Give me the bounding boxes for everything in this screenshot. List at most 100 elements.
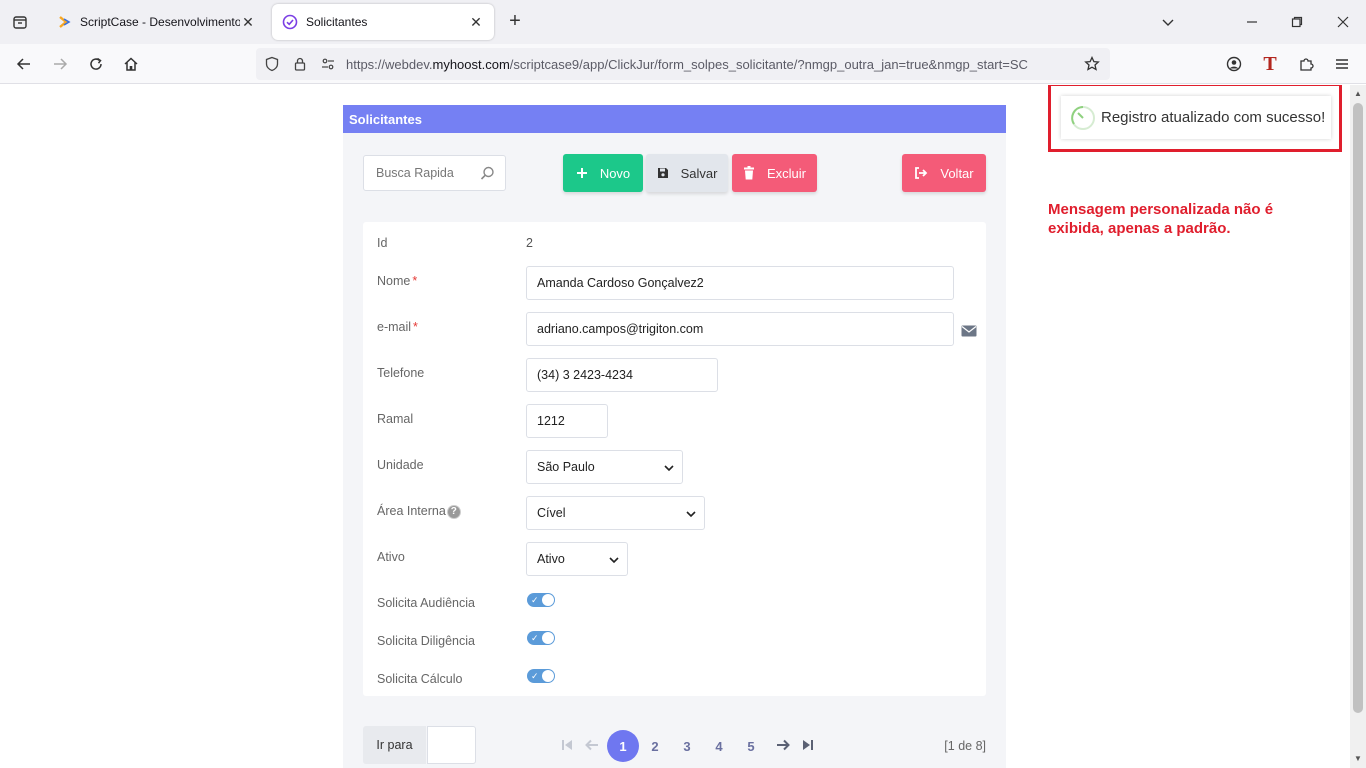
unit-select[interactable]: São Paulo bbox=[526, 450, 683, 484]
phone-input[interactable]: (34) 3 2423-4234 bbox=[526, 358, 718, 392]
page-number[interactable]: 5 bbox=[735, 730, 767, 762]
search-icon[interactable] bbox=[480, 166, 495, 184]
new-tab-plus-icon[interactable]: + bbox=[503, 10, 527, 34]
page-number-current[interactable]: 1 bbox=[607, 730, 639, 762]
id-label: Id bbox=[377, 236, 388, 250]
tab-scriptcase[interactable]: ScriptCase - Desenvolvimento - ✕ bbox=[46, 4, 266, 40]
name-label: Nome * bbox=[377, 274, 417, 288]
delete-button-label: Excluir bbox=[766, 165, 806, 181]
help-question-icon[interactable]: ? bbox=[446, 504, 461, 519]
name-input[interactable]: Amanda Cardoso Gonçalvez2 bbox=[526, 266, 954, 300]
request-calculation-label: Solicita Cálculo bbox=[377, 672, 463, 686]
email-input[interactable]: adriano.campos@trigiton.com bbox=[526, 312, 954, 346]
close-tab-icon[interactable]: ✕ bbox=[468, 14, 484, 30]
first-page-icon[interactable] bbox=[559, 737, 575, 753]
forward-arrow-icon[interactable] bbox=[48, 52, 72, 76]
tab-solicitantes[interactable]: Solicitantes ✕ bbox=[272, 4, 494, 40]
url-text[interactable]: https://webdev.myhoost.com/scriptcase9/a… bbox=[346, 57, 1076, 72]
url-bar[interactable]: https://webdev.myhoost.com/scriptcase9/a… bbox=[256, 48, 1110, 80]
request-hearing-toggle[interactable]: ✓ bbox=[527, 593, 555, 607]
menu-hamburger-icon[interactable] bbox=[1330, 52, 1354, 76]
reload-icon[interactable] bbox=[84, 52, 108, 76]
form-panel: Solicitantes Busca Rapida Novo Salvar Ex… bbox=[343, 105, 1006, 768]
id-value: 2 bbox=[526, 236, 533, 250]
close-tab-icon[interactable]: ✕ bbox=[240, 14, 256, 30]
back-arrow-icon[interactable] bbox=[12, 52, 36, 76]
name-label-text: Nome bbox=[377, 274, 411, 288]
extension-input[interactable]: 1212 bbox=[526, 404, 608, 438]
bookmark-star-icon[interactable] bbox=[1080, 52, 1104, 76]
save-button[interactable]: Salvar bbox=[646, 154, 728, 192]
floppy-disk-icon bbox=[657, 167, 669, 179]
plus-icon bbox=[576, 167, 588, 179]
chevron-down-icon bbox=[664, 462, 674, 476]
page-info: [1 de 8] bbox=[944, 739, 986, 753]
internal-area-label: Área Interna? bbox=[377, 504, 461, 519]
active-select-value: Ativo bbox=[537, 552, 565, 566]
internal-area-select[interactable]: Cível bbox=[526, 496, 705, 530]
quick-search-input[interactable]: Busca Rapida bbox=[363, 155, 506, 191]
new-button[interactable]: Novo bbox=[563, 154, 643, 192]
last-page-icon[interactable] bbox=[800, 737, 816, 753]
phone-label: Telefone bbox=[377, 366, 425, 380]
chevron-down-icon bbox=[686, 508, 696, 522]
vertical-scrollbar[interactable]: ▲ ▼ bbox=[1350, 85, 1366, 768]
scroll-thumb[interactable] bbox=[1353, 103, 1363, 713]
page-number[interactable]: 3 bbox=[671, 730, 703, 762]
check-circle-favicon-icon bbox=[282, 14, 298, 30]
go-to-button[interactable]: Ir para bbox=[363, 726, 426, 764]
go-to-page-input[interactable] bbox=[427, 726, 476, 764]
account-icon[interactable] bbox=[1222, 52, 1246, 76]
check-icon: ✓ bbox=[531, 595, 539, 605]
tab-list-icon[interactable] bbox=[6, 8, 34, 36]
pagination: Ir para 1 2 3 4 5 [1 de 8] bbox=[363, 726, 986, 764]
check-icon: ✓ bbox=[531, 633, 539, 643]
back-button-label: Voltar bbox=[940, 165, 974, 181]
unit-select-value: São Paulo bbox=[537, 460, 595, 474]
toggle-knob bbox=[542, 632, 554, 644]
required-asterisk: * bbox=[412, 274, 418, 288]
extensions-puzzle-icon[interactable] bbox=[1294, 52, 1318, 76]
next-page-arrow-icon[interactable] bbox=[775, 737, 791, 753]
permissions-icon[interactable] bbox=[316, 52, 340, 76]
shield-icon[interactable] bbox=[260, 52, 284, 76]
chevron-down-icon bbox=[609, 554, 619, 568]
page-number[interactable]: 2 bbox=[639, 730, 671, 762]
loading-spinner-icon bbox=[1069, 104, 1097, 132]
close-window-icon[interactable] bbox=[1331, 10, 1355, 34]
internal-area-select-value: Cível bbox=[537, 506, 566, 520]
scriptcase-favicon-icon bbox=[56, 14, 72, 30]
list-all-tabs-chevron-icon[interactable] bbox=[1156, 10, 1180, 34]
browser-tab-bar: ScriptCase - Desenvolvimento - ✕ Solicit… bbox=[0, 0, 1366, 44]
required-asterisk: * bbox=[413, 320, 418, 334]
highlight-frame: Registro atualizado com sucesso! bbox=[1048, 85, 1342, 152]
scroll-up-arrow-icon[interactable]: ▲ bbox=[1353, 89, 1363, 99]
form-toolbar: Busca Rapida Novo Salvar Excluir Voltar bbox=[363, 154, 986, 194]
active-select[interactable]: Ativo bbox=[526, 542, 628, 576]
toggle-knob bbox=[542, 594, 554, 606]
annotation-note: Mensagem personalizada não é exibida, ap… bbox=[1048, 201, 1274, 237]
previous-page-arrow-icon[interactable] bbox=[584, 737, 600, 753]
page-number[interactable]: 4 bbox=[703, 730, 735, 762]
active-label: Ativo bbox=[377, 550, 405, 564]
delete-button[interactable]: Excluir bbox=[732, 154, 817, 192]
extension-label: Ramal bbox=[377, 412, 414, 426]
scroll-down-arrow-icon[interactable]: ▼ bbox=[1353, 754, 1363, 764]
back-button[interactable]: Voltar bbox=[902, 154, 986, 192]
lock-icon[interactable] bbox=[288, 52, 312, 76]
url-domain: myhoost.com bbox=[432, 56, 510, 72]
quick-search-placeholder: Busca Rapida bbox=[376, 166, 454, 180]
tab-title: Solicitantes bbox=[306, 15, 368, 29]
extension-t-icon[interactable]: T bbox=[1258, 52, 1282, 76]
tab-title: ScriptCase - Desenvolvimento - bbox=[80, 15, 240, 29]
home-icon[interactable] bbox=[119, 52, 143, 76]
request-diligence-toggle[interactable]: ✓ bbox=[527, 631, 555, 645]
request-calculation-toggle[interactable]: ✓ bbox=[527, 669, 555, 683]
envelope-icon[interactable] bbox=[961, 324, 977, 342]
restore-icon[interactable] bbox=[1285, 10, 1309, 34]
minimize-icon[interactable] bbox=[1240, 10, 1264, 34]
request-hearing-label: Solicita Audiência bbox=[377, 596, 475, 610]
sign-out-icon bbox=[914, 167, 928, 179]
save-button-label: Salvar bbox=[680, 165, 718, 181]
email-label: e-mail * bbox=[377, 320, 418, 334]
